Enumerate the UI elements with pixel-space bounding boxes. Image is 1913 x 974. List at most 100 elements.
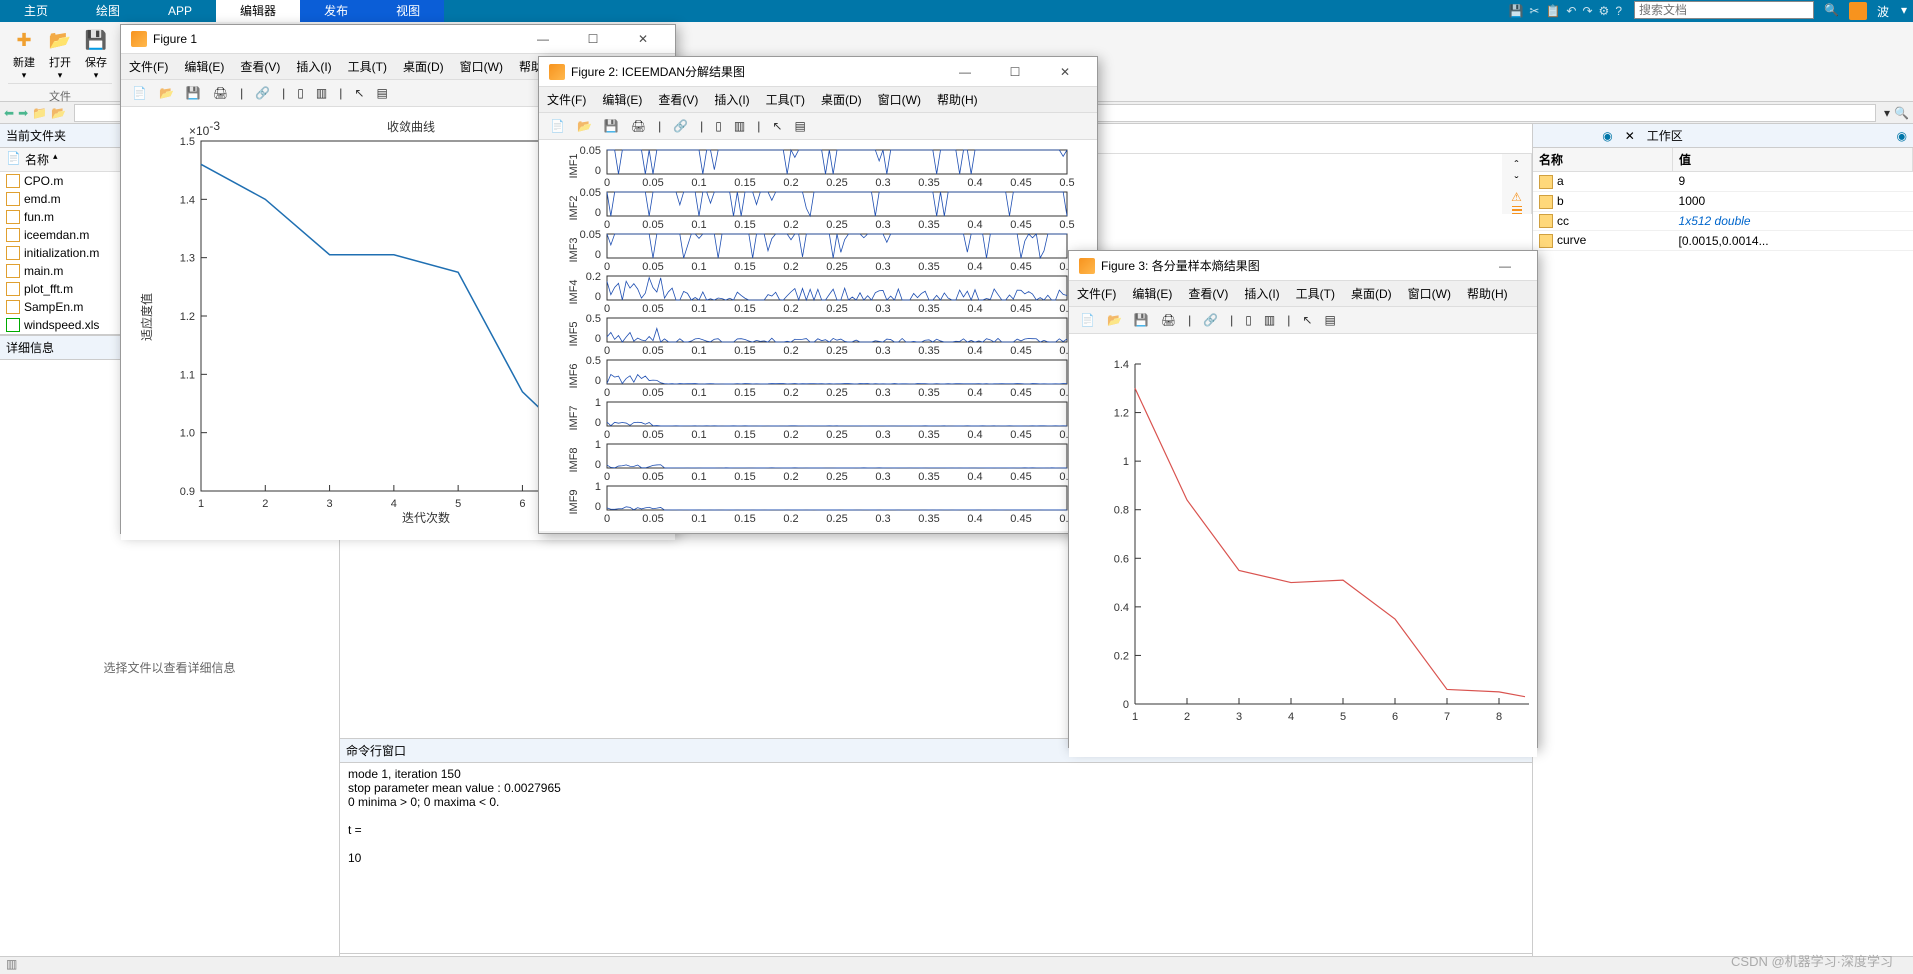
up-folder-icon[interactable]: 📁 [32, 106, 47, 120]
tab-view[interactable]: 视图 [372, 0, 444, 22]
forward-icon[interactable]: ➡ [18, 106, 28, 120]
pointer-icon[interactable]: ↖ [1299, 311, 1315, 329]
copy-icon[interactable]: 📋 [1545, 4, 1560, 18]
fig-menu-item[interactable]: 文件(F) [1077, 285, 1116, 302]
new-fig-icon[interactable]: 📄 [1077, 311, 1098, 329]
user-avatar[interactable] [1849, 2, 1867, 20]
search-icon[interactable]: 🔍 [1818, 0, 1845, 22]
fig-menu-item[interactable]: 桌面(D) [821, 91, 862, 108]
warning-icon[interactable]: ⚠ [1511, 190, 1522, 204]
redo-icon[interactable]: ↷ [1582, 4, 1592, 18]
ws-row[interactable]: b1000 [1533, 191, 1913, 211]
back-icon[interactable]: ⬅ [4, 106, 14, 120]
save-fig-icon[interactable]: 💾 [1131, 311, 1152, 329]
new-fig-icon[interactable]: 📄 [547, 117, 568, 135]
search-input[interactable] [1634, 1, 1814, 19]
open-fig-icon[interactable]: 📂 [1104, 311, 1125, 329]
chevron-up-icon[interactable]: ˆ [1515, 158, 1519, 172]
path-dropdown-icon[interactable]: ▾ [1884, 106, 1890, 120]
fig-menu-item[interactable]: 查看(V) [658, 91, 698, 108]
tab-home[interactable]: 主页 [0, 0, 72, 22]
layout1-icon[interactable]: ▯ [1242, 311, 1255, 329]
search-folder-icon[interactable]: 🔍 [1894, 106, 1909, 120]
chevron-down-icon[interactable]: ˇ [1515, 174, 1519, 188]
fig-menu-item[interactable]: 窗口(W) [1408, 285, 1451, 302]
fig-menu-item[interactable]: 文件(F) [547, 91, 586, 108]
brush-icon[interactable]: ▤ [791, 117, 808, 135]
fig-menu-item[interactable]: 帮助(H) [1467, 285, 1508, 302]
close-icon[interactable]: ✕ [1043, 65, 1087, 79]
ws-row[interactable]: a9 [1533, 172, 1913, 192]
tab-plot[interactable]: 绘图 [72, 0, 144, 22]
save-fig-icon[interactable]: 💾 [183, 84, 204, 102]
figure-2-window[interactable]: Figure 2: ICEEMDAN分解结果图 — ☐ ✕ 文件(F)编辑(E)… [538, 56, 1098, 534]
ws-row[interactable]: cc1x512 double [1533, 211, 1913, 231]
undo-icon[interactable]: ↶ [1566, 4, 1576, 18]
layout1-icon[interactable]: ▯ [712, 117, 725, 135]
fig-menu-item[interactable]: 编辑(E) [1132, 285, 1172, 302]
fig-menu-item[interactable]: 工具(T) [348, 58, 387, 75]
layout2-icon[interactable]: ▥ [1261, 311, 1278, 329]
save-icon[interactable]: 💾 [1508, 4, 1523, 18]
settings-icon[interactable]: ⚙ [1599, 4, 1610, 18]
tab-app[interactable]: APP [144, 0, 216, 22]
fig-menu-item[interactable]: 文件(F) [129, 58, 168, 75]
ws-col-name[interactable]: 名称 [1533, 148, 1673, 172]
brush-icon[interactable]: ▤ [373, 84, 390, 102]
fig-menu-item[interactable]: 桌面(D) [1351, 285, 1392, 302]
fig-menu-item[interactable]: 查看(V) [240, 58, 280, 75]
target-icon-2[interactable]: ◉ [1897, 129, 1907, 143]
fig-menu-item[interactable]: 窗口(W) [460, 58, 503, 75]
layout1-icon[interactable]: ▯ [294, 84, 307, 102]
print-icon[interactable]: 🖨 [210, 84, 231, 102]
minimize-icon[interactable]: — [521, 32, 565, 46]
fig-menu-item[interactable]: 编辑(E) [184, 58, 224, 75]
open-button[interactable]: 📂打开▾ [44, 26, 76, 83]
svg-text:0.35: 0.35 [918, 261, 939, 273]
cut-icon[interactable]: ✂ [1529, 4, 1539, 18]
new-button[interactable]: ✚新建▾ [8, 26, 40, 83]
new-fig-icon[interactable]: 📄 [129, 84, 150, 102]
fig-menu-item[interactable]: 编辑(E) [602, 91, 642, 108]
fig-menu-item[interactable]: 帮助(H) [937, 91, 978, 108]
minimize-icon[interactable]: — [943, 65, 987, 79]
ws-row[interactable]: curve[0.0015,0.0014... [1533, 231, 1913, 251]
open-fig-icon[interactable]: 📂 [574, 117, 595, 135]
tab-editor[interactable]: 编辑器 [216, 0, 300, 22]
fig-menu-item[interactable]: 查看(V) [1188, 285, 1228, 302]
fig-menu-item[interactable]: 工具(T) [1296, 285, 1335, 302]
fig-menu-item[interactable]: 工具(T) [766, 91, 805, 108]
link-icon[interactable]: 🔗 [1200, 311, 1221, 329]
help-icon[interactable]: ? [1615, 4, 1622, 18]
fig-menu-item[interactable]: 桌面(D) [403, 58, 444, 75]
save-fig-icon[interactable]: 💾 [601, 117, 622, 135]
link-icon[interactable]: 🔗 [252, 84, 273, 102]
tab-publish[interactable]: 发布 [300, 0, 372, 22]
fig-menu-item[interactable]: 插入(I) [1244, 285, 1279, 302]
browse-icon[interactable]: 📂 [51, 106, 66, 120]
open-fig-icon[interactable]: 📂 [156, 84, 177, 102]
close-icon[interactable]: ✕ [621, 32, 665, 46]
maximize-icon[interactable]: ☐ [993, 65, 1037, 79]
save-button[interactable]: 💾保存▾ [80, 26, 112, 83]
layout2-icon[interactable]: ▥ [313, 84, 330, 102]
target-icon[interactable]: ◉ [1602, 129, 1612, 143]
print-icon[interactable]: 🖨 [628, 117, 649, 135]
fig-menu-item[interactable]: 插入(I) [714, 91, 749, 108]
fig-menu-item[interactable]: 插入(I) [296, 58, 331, 75]
ws-col-value[interactable]: 值 [1673, 148, 1913, 172]
brush-icon[interactable]: ▤ [1321, 311, 1338, 329]
close-panel-icon[interactable]: ✕ [1619, 129, 1641, 143]
pointer-icon[interactable]: ↖ [351, 84, 367, 102]
pointer-icon[interactable]: ↖ [769, 117, 785, 135]
figure-3-window[interactable]: Figure 3: 各分量样本熵结果图 — 文件(F)编辑(E)查看(V)插入(… [1068, 250, 1538, 748]
link-icon[interactable]: 🔗 [670, 117, 691, 135]
fig-menu-item[interactable]: 窗口(W) [878, 91, 921, 108]
layout2-icon[interactable]: ▥ [731, 117, 748, 135]
maximize-icon[interactable]: ☐ [571, 32, 615, 46]
user-label[interactable]: 波 [1871, 0, 1895, 22]
minimize-icon[interactable]: — [1483, 259, 1527, 273]
command-window[interactable]: mode 1, iteration 150stop parameter mean… [340, 763, 1532, 953]
user-dropdown-icon[interactable]: ▾ [1895, 0, 1913, 22]
print-icon[interactable]: 🖨 [1158, 311, 1179, 329]
